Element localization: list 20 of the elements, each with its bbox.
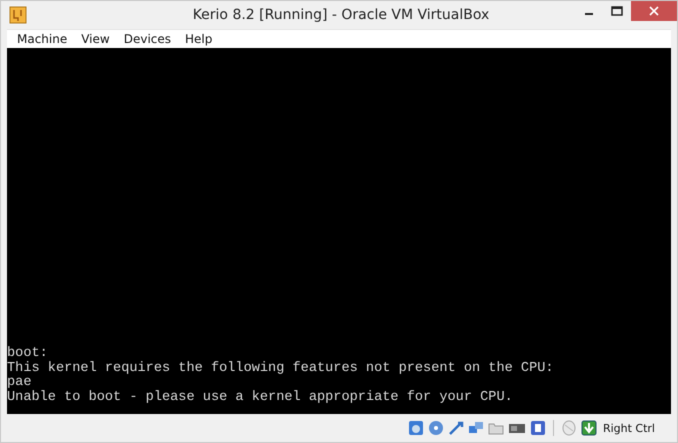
maximize-icon — [611, 6, 623, 16]
console-line: This kernel requires the following features not present on the CPU: — [7, 362, 554, 376]
menu-item[interactable]: View — [75, 30, 118, 48]
console-line: boot: — [7, 346, 48, 361]
minimize-icon — [585, 13, 593, 15]
usb-icon[interactable] — [448, 420, 464, 436]
network-icon[interactable] — [468, 420, 484, 436]
host-key-label: Right Ctrl — [602, 422, 655, 434]
console-line: Unable to boot - please use a kernel appropriate for your CPU. — [7, 391, 513, 406]
vm-screen[interactable]: boot: This kernel requires the following features not present on the CPU: pae Unable to boot - please use a kernel appropriate for your CPU. — [7, 48, 671, 414]
console-line: pae — [7, 376, 32, 390]
app-icon — [9, 6, 27, 24]
menu-item[interactable]: Machine — [11, 30, 76, 48]
menu-item[interactable]: Devices — [118, 30, 180, 48]
close-icon — [649, 6, 659, 16]
menu-item[interactable]: Help — [179, 30, 220, 48]
cd-icon[interactable] — [428, 420, 444, 436]
window-title: Kerio 8.2 [Running] - Oracle VM VirtualBox — [192, 7, 490, 23]
close-button[interactable] — [631, 1, 677, 21]
arrow-down-icon[interactable] — [580, 420, 597, 436]
